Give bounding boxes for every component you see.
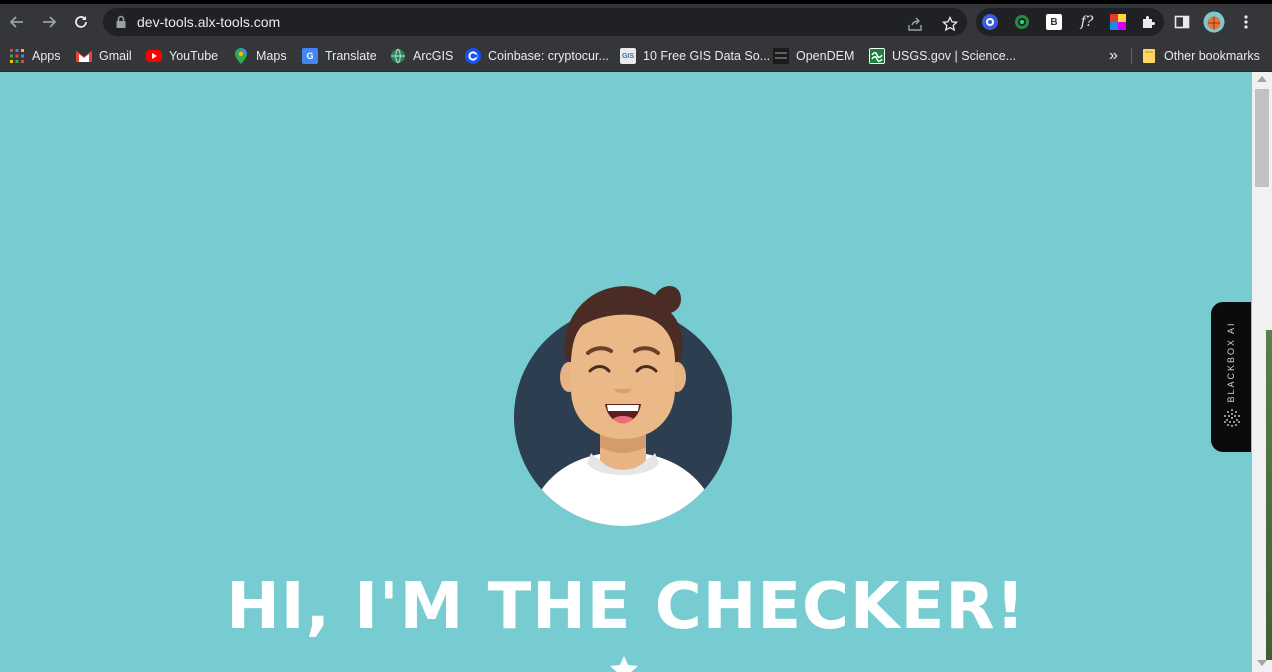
back-button[interactable] <box>2 7 32 37</box>
star-outline-icon <box>942 16 958 32</box>
blue-ring-icon <box>982 14 998 30</box>
desktop-edge <box>1266 330 1272 660</box>
usgs-icon <box>869 48 885 64</box>
arrow-right-icon <box>43 16 57 28</box>
bookmark-label: Other bookmarks <box>1164 49 1260 63</box>
address-bar[interactable]: dev-tools.alx-tools.com <box>103 8 967 36</box>
b-extension-icon: B <box>1046 14 1062 30</box>
lock-icon <box>116 15 126 28</box>
extension-green-button[interactable] <box>1012 12 1032 32</box>
bookmark-translate[interactable]: G Translate <box>302 46 377 66</box>
reload-button[interactable] <box>66 7 96 37</box>
other-bookmarks[interactable]: Other bookmarks <box>1141 46 1260 66</box>
bookmark-label: ArcGIS <box>413 49 454 63</box>
arrow-left-icon <box>9 16 23 28</box>
double-chevron-icon: » <box>1109 47 1118 64</box>
bookmark-label: 10 Free GIS Data So... <box>643 49 771 63</box>
bookmark-opendem[interactable]: OpenDEM <box>773 46 854 66</box>
scroll-up-arrow-icon[interactable] <box>1257 76 1267 82</box>
bookmark-youtube[interactable]: YouTube <box>146 46 218 66</box>
bookmarks-bar: Apps Gmail YouTube Maps G Translate ArcG… <box>0 40 1272 72</box>
bookmark-label: Apps <box>32 49 61 63</box>
scrollbar-thumb[interactable] <box>1255 89 1269 187</box>
bookmark-coinbase[interactable]: Coinbase: cryptocur... <box>465 46 609 66</box>
bookmark-label: OpenDEM <box>796 49 855 63</box>
extension-b-button[interactable]: B <box>1044 12 1064 32</box>
gmail-icon <box>76 48 92 64</box>
bookmarks-divider <box>1131 48 1132 64</box>
share-icon <box>908 17 922 31</box>
bookmark-gmail[interactable]: Gmail <box>76 46 132 66</box>
blackbox-dots-icon <box>1224 409 1240 427</box>
bookmark-label: Gmail <box>99 49 132 63</box>
puzzle-icon <box>1143 16 1155 28</box>
blackbox-ai-tab[interactable]: BLACKBOX AI <box>1211 302 1251 452</box>
coinbase-icon <box>465 48 481 64</box>
gis-icon: GIS <box>620 48 636 64</box>
youtube-icon <box>146 50 162 62</box>
page-headline: HI, I'M THE CHECKER! <box>226 570 1026 644</box>
bookmark-arcgis[interactable]: ArcGIS <box>390 46 453 66</box>
url-text: dev-tools.alx-tools.com <box>137 14 281 30</box>
browser-toolbar: dev-tools.alx-tools.com B f? <box>0 4 1272 40</box>
avatar <box>1203 11 1225 33</box>
bookmarks-overflow-button[interactable]: » <box>1109 46 1118 66</box>
share-button[interactable] <box>903 12 927 36</box>
extension-circle-button[interactable] <box>980 12 1000 32</box>
page-content: HI, I'M THE CHECKER! BLACKBOX AI <box>0 72 1252 672</box>
bookmark-label: Maps <box>256 49 287 63</box>
side-panel-icon <box>1174 15 1190 29</box>
maps-pin-icon <box>233 48 249 64</box>
forward-button[interactable] <box>34 7 64 37</box>
globe-icon <box>390 48 406 64</box>
bookmark-maps[interactable]: Maps <box>233 46 287 66</box>
color-picker-icon <box>1110 14 1126 30</box>
profile-button[interactable] <box>1203 11 1225 33</box>
apps-grid-icon <box>9 48 25 64</box>
reload-icon <box>75 16 87 28</box>
scroll-down-arrow-icon[interactable] <box>1257 660 1267 666</box>
bookmark-apps[interactable]: Apps <box>9 46 61 66</box>
star-icon <box>610 656 638 672</box>
chrome-menu-button[interactable] <box>1235 11 1257 33</box>
folder-icon <box>1141 48 1157 64</box>
bookmark-label: YouTube <box>169 49 219 63</box>
bookmark-label: Translate <box>325 49 377 63</box>
opendem-icon <box>773 48 789 64</box>
blackbox-label: BLACKBOX AI <box>1226 321 1236 403</box>
side-panel-button[interactable] <box>1171 11 1193 33</box>
bookmark-star-button[interactable] <box>938 12 962 36</box>
extension-f-button[interactable]: f? <box>1074 12 1100 32</box>
checker-avatar-illustration <box>514 286 732 526</box>
bookmark-usgs[interactable]: USGS.gov | Science... <box>869 46 1016 66</box>
extensions-group: B f? <box>976 8 1164 36</box>
green-badge-icon <box>1015 15 1029 29</box>
function-extension-icon: f? <box>1080 14 1094 30</box>
bookmark-label: Coinbase: cryptocur... <box>488 49 609 63</box>
extensions-menu-button[interactable] <box>1138 12 1158 32</box>
bookmark-gis-data[interactable]: GIS 10 Free GIS Data So... <box>620 46 770 66</box>
translate-icon: G <box>302 48 318 64</box>
kebab-menu-icon <box>1244 15 1248 29</box>
extension-color-button[interactable] <box>1108 12 1128 32</box>
bookmark-label: USGS.gov | Science... <box>892 49 1017 63</box>
